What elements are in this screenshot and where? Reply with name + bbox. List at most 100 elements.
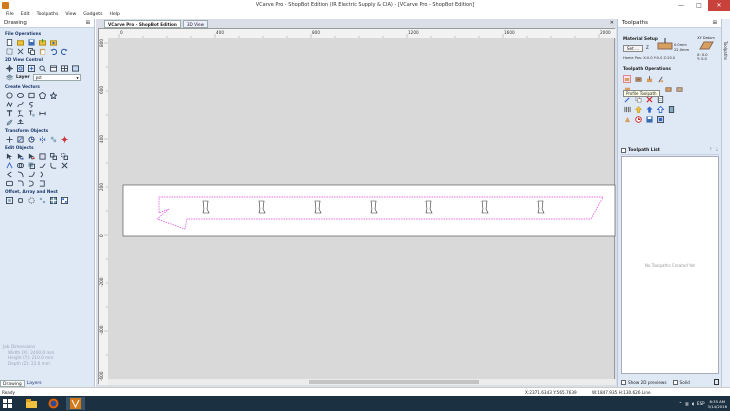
copy-icon[interactable]: [27, 47, 35, 55]
circular-array-icon[interactable]: [27, 196, 35, 204]
distort-icon[interactable]: [60, 135, 68, 143]
mirror-icon[interactable]: [38, 135, 46, 143]
tab-layers[interactable]: Layers: [25, 380, 44, 387]
star-tool-icon[interactable]: [49, 91, 57, 99]
zoom-box-icon[interactable]: [16, 64, 24, 72]
join-vectors-icon[interactable]: [38, 161, 46, 169]
move-icon[interactable]: [5, 135, 13, 143]
intersect-icon[interactable]: [27, 161, 35, 169]
text-tool-icon[interactable]: [5, 109, 13, 117]
node-edit-icon[interactable]: [16, 152, 24, 160]
xy-datum-icon[interactable]: [698, 40, 714, 50]
measure-tool-icon[interactable]: [16, 118, 24, 126]
subtract-icon[interactable]: [16, 161, 24, 169]
drawing-canvas[interactable]: 0 400 800 1200 1600 2000 800 600 400 200…: [98, 28, 616, 385]
block-copy-icon[interactable]: [49, 196, 57, 204]
group-icon[interactable]: [49, 152, 57, 160]
align-icon[interactable]: [49, 135, 57, 143]
tray-chevron-icon[interactable]: ⌃: [679, 401, 682, 406]
interactive-trim-icon[interactable]: [27, 152, 35, 160]
import-bitmap-icon[interactable]: [49, 38, 57, 46]
redo-icon[interactable]: [60, 47, 68, 55]
magnify-icon[interactable]: [38, 64, 46, 72]
show-2d-previews-checkbox[interactable]: [621, 379, 626, 385]
fluting-toolpath-icon[interactable]: [675, 85, 683, 93]
view-close-icon[interactable]: ✕: [610, 20, 614, 26]
clock-estimate-icon[interactable]: [634, 115, 642, 123]
ungroup-icon[interactable]: [60, 152, 68, 160]
ellipse-tool-icon[interactable]: [16, 91, 24, 99]
rectangle-tool-icon[interactable]: [27, 91, 35, 99]
merge-toolpaths-icon[interactable]: [645, 105, 653, 113]
pin-icon[interactable]: ⊞: [86, 19, 90, 28]
drilling-toolpath-icon[interactable]: [645, 75, 653, 83]
layer-select[interactable]: pst: [32, 74, 81, 81]
weld-icon[interactable]: [5, 161, 13, 169]
material-set-button[interactable]: Set ...: [623, 45, 643, 52]
system-clock[interactable]: 8:35 AM 3/14/2016: [708, 399, 727, 409]
tab-3d-view[interactable]: 3D View: [182, 20, 209, 28]
solid-checkbox[interactable]: [672, 379, 678, 385]
undo-icon[interactable]: [49, 47, 57, 55]
toolpath-list[interactable]: No Toolpaths Created Yet: [621, 156, 719, 374]
auto-layout-text-icon[interactable]: [27, 109, 35, 117]
fillet-icon[interactable]: [49, 161, 57, 169]
nest-parts-icon[interactable]: [60, 196, 68, 204]
volume-icon[interactable]: ◖: [692, 401, 694, 406]
preview-settings-icon[interactable]: [714, 379, 719, 385]
save-toolpath-icon[interactable]: [645, 115, 653, 123]
pin-icon[interactable]: ⊞: [713, 19, 717, 28]
new-file-icon[interactable]: [5, 38, 13, 46]
taskbar-firefox[interactable]: [44, 397, 63, 410]
profile-toolpath-icon[interactable]: [623, 75, 631, 83]
cut-scissors-icon[interactable]: [60, 161, 68, 169]
smooth-vector-icon[interactable]: [38, 170, 46, 178]
maximize-button[interactable]: □: [690, 0, 708, 11]
zoom-extents-icon[interactable]: [5, 64, 13, 72]
view-table-icon[interactable]: [60, 64, 68, 72]
rotate-icon[interactable]: [27, 135, 35, 143]
extend-vector-icon[interactable]: [16, 170, 24, 178]
menu-edit[interactable]: Edit: [18, 11, 33, 19]
input-language[interactable]: ESP: [697, 401, 704, 406]
minimize-button[interactable]: —: [672, 0, 690, 11]
post-processor-icon[interactable]: [656, 115, 664, 123]
rounded-rect-icon[interactable]: [5, 179, 13, 187]
corner-a-icon[interactable]: [16, 179, 24, 187]
dimension-tool-icon[interactable]: [38, 109, 46, 117]
view-sheet-icon[interactable]: [49, 64, 57, 72]
toolpath-templates-icon[interactable]: [634, 105, 642, 113]
canvas-svg[interactable]: 0 400 800 1200 1600 2000 800 600 400 200…: [99, 29, 616, 385]
paste-icon[interactable]: [38, 47, 46, 55]
draw-pen-icon[interactable]: [5, 118, 13, 126]
set-size-icon[interactable]: [16, 135, 24, 143]
polyline-tool-icon[interactable]: [5, 100, 13, 108]
taskbar-vcarve[interactable]: [66, 397, 85, 410]
import-icon[interactable]: [38, 38, 46, 46]
close-button[interactable]: ✕: [708, 0, 730, 11]
fillet-offset-icon[interactable]: [16, 196, 24, 204]
tab-2d-view[interactable]: VCarve Pro - ShopBot Edition: [104, 20, 181, 28]
open-folder-icon[interactable]: [16, 38, 24, 46]
curve-tool-icon[interactable]: [16, 100, 24, 108]
menu-gadgets[interactable]: Gadgets: [80, 11, 105, 19]
network-icon[interactable]: ▥: [685, 401, 689, 406]
windows-start-icon[interactable]: [3, 399, 12, 408]
job-setup-icon[interactable]: [5, 47, 13, 55]
import-vectors-icon[interactable]: [16, 47, 24, 55]
step-repeat-icon[interactable]: [38, 196, 46, 204]
menu-view[interactable]: View: [62, 11, 79, 19]
toolpath-list-checkbox[interactable]: [621, 147, 626, 153]
corner-c-icon[interactable]: [38, 179, 46, 187]
select-arrow-icon[interactable]: [5, 152, 13, 160]
menu-help[interactable]: Help: [107, 11, 123, 19]
preview-toolpaths-icon[interactable]: [623, 115, 631, 123]
edit-vector-icon[interactable]: [38, 152, 46, 160]
tab-drawing[interactable]: Drawing: [0, 380, 25, 387]
quick-engrave-icon[interactable]: [656, 75, 664, 83]
toolpaths-side-tab[interactable]: Toolpaths: [721, 19, 730, 387]
close-vector-icon[interactable]: [27, 170, 35, 178]
menu-file[interactable]: File: [3, 11, 17, 19]
menu-toolpaths[interactable]: Toolpaths: [34, 11, 62, 19]
save-icon[interactable]: [27, 38, 35, 46]
